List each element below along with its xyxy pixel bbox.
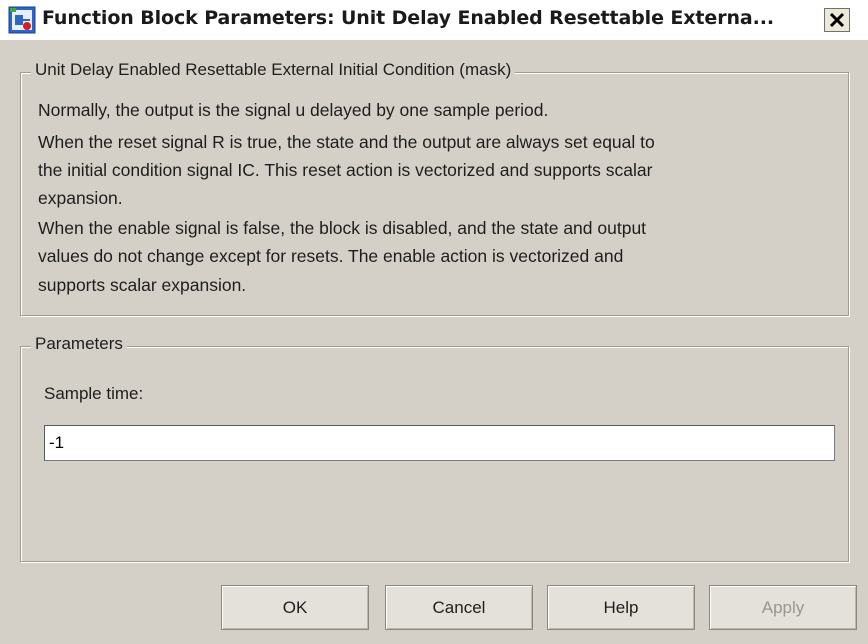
description-line: When the enable signal is false, the blo… (38, 218, 647, 238)
cancel-button[interactable]: Cancel (385, 585, 533, 630)
description-line: supports scalar expansion. (38, 275, 247, 295)
dialog-window: Function Block Parameters: Unit Delay En… (0, 0, 868, 644)
sample-time-input[interactable] (44, 425, 835, 461)
description-line: values do not change except for resets. … (38, 246, 624, 266)
ok-button[interactable]: OK (221, 585, 369, 630)
simulink-block-icon (8, 6, 36, 34)
description-line: When the reset signal R is true, the sta… (38, 132, 655, 152)
parameters-group-label: Parameters (31, 334, 127, 354)
title-bar[interactable]: Function Block Parameters: Unit Delay En… (0, 0, 868, 40)
sample-time-label: Sample time: (44, 384, 144, 403)
window-title: Function Block Parameters: Unit Delay En… (42, 7, 774, 29)
description-line: Normally, the output is the signal u del… (38, 100, 549, 120)
help-button[interactable]: Help (547, 585, 695, 630)
description-line: expansion. (38, 188, 123, 208)
close-button[interactable] (824, 8, 850, 32)
description-group-label: Unit Delay Enabled Resettable External I… (31, 60, 516, 80)
apply-button[interactable]: Apply (709, 585, 857, 630)
close-icon (829, 12, 845, 28)
description-line: the initial condition signal IC. This re… (38, 160, 653, 180)
